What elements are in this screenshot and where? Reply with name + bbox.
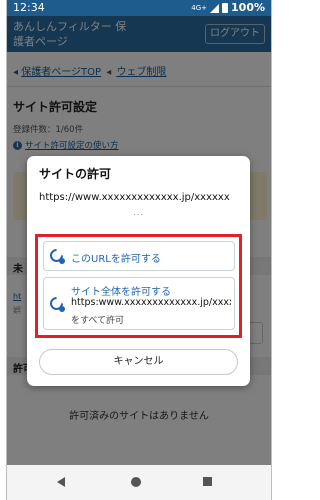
site-permission-dialog: サイトの許可 https://www.xxxxxxxxxxxxx.jp/xxxx…: [27, 156, 250, 386]
allow-site-sublabel: をすべて許可: [71, 316, 125, 326]
allow-url-button[interactable]: このURLを許可する: [43, 241, 235, 271]
home-icon[interactable]: [131, 477, 141, 487]
dialog-title: サイトの許可: [39, 167, 112, 181]
allow-site-button[interactable]: サイト全体を許可する https:www.xxxxxxxxxxxxx.jp/xx…: [43, 277, 235, 330]
back-icon[interactable]: [57, 477, 65, 487]
network-indicator: 4G+: [191, 4, 208, 12]
allow-site-url: https:www.xxxxxxxxxxxxx.jp/xxxxxx: [71, 297, 231, 308]
allow-site-label: サイト全体を許可する: [71, 287, 171, 298]
allow-icon: [47, 246, 66, 265]
screen-frame: 12:34 4G+ 100% あんしんフィルター 保護者ページ ログアウト ◂ …: [0, 0, 288, 500]
cancel-button[interactable]: キャンセル: [39, 349, 238, 375]
battery-percent: 100%: [231, 1, 265, 14]
allow-url-label: このURLを許可する: [71, 254, 161, 265]
phone-screen: 12:34 4G+ 100% あんしんフィルター 保護者ページ ログアウト ◂ …: [6, 0, 272, 500]
status-time: 12:34: [13, 1, 45, 14]
signal-icon: [210, 3, 220, 13]
recent-apps-icon[interactable]: [203, 477, 212, 486]
dialog-url: https://www.xxxxxxxxxxxxx.jp/xxxxxx: [39, 192, 230, 203]
allow-icon: [47, 294, 66, 313]
battery-icon: [222, 3, 229, 13]
status-bar: 12:34 4G+ 100%: [7, 0, 271, 16]
status-icons: 4G+ 100%: [191, 0, 265, 16]
dialog-ellipsis: ...: [133, 208, 144, 217]
system-nav-bar: [7, 465, 271, 500]
